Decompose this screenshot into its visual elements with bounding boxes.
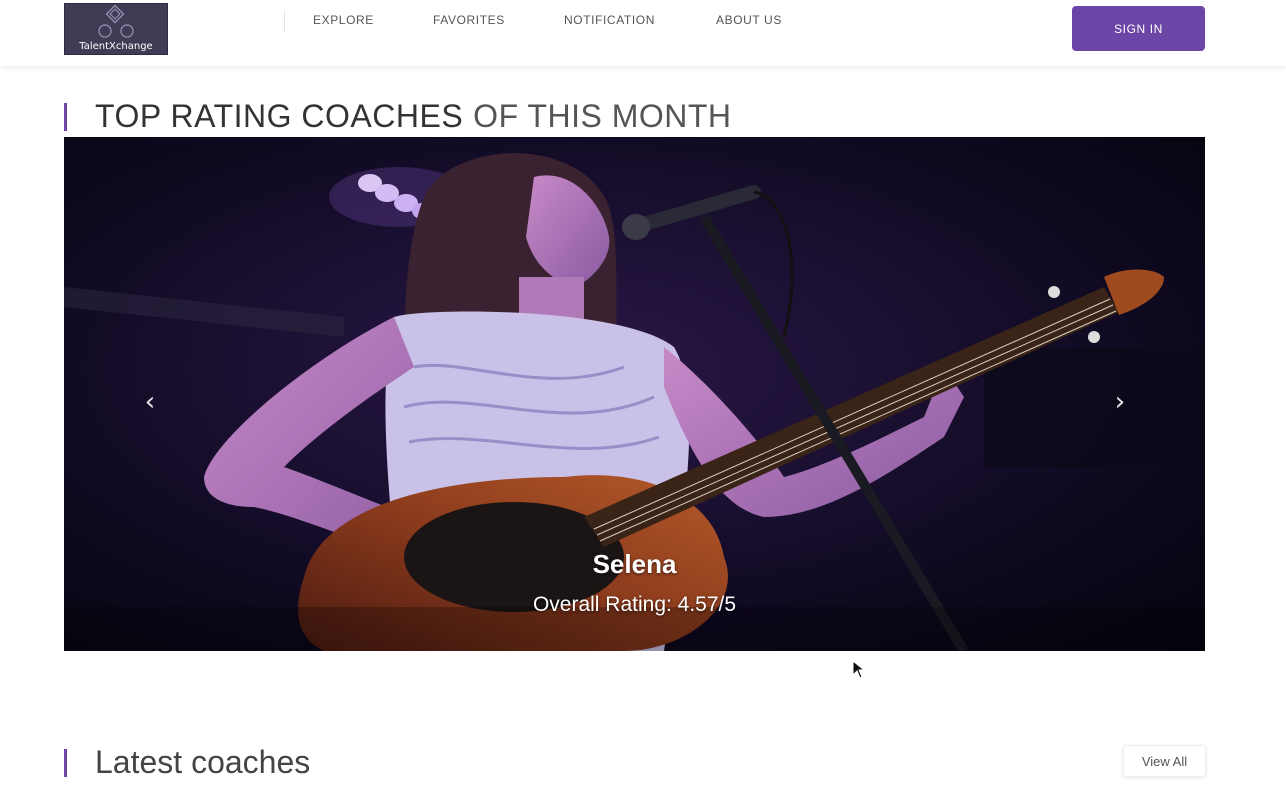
coach-carousel[interactable]: ‹ › Selena Overall Rating: 4.57/5 [64, 137, 1205, 651]
coach-name: Selena [592, 549, 677, 579]
nav-notification[interactable]: NOTIFICATION [564, 13, 655, 27]
chevron-left-icon: ‹ [144, 387, 156, 417]
nav-explore[interactable]: EXPLORE [313, 13, 374, 27]
view-all-button[interactable]: View All [1123, 745, 1206, 777]
mouse-cursor-icon [852, 660, 866, 679]
nav-about-us[interactable]: ABOUT US [716, 13, 782, 27]
carousel-prev-button[interactable]: ‹ [135, 387, 165, 417]
talentxchange-logo[interactable]: TalentXchange [64, 3, 168, 55]
logo-text: TalentXchange [79, 41, 153, 52]
latest-coaches-heading: Latest coaches [64, 744, 310, 781]
carousel-next-button[interactable]: › [1105, 387, 1135, 417]
sign-in-button[interactable]: SIGN IN [1072, 6, 1205, 51]
latest-coaches-title: Latest coaches [95, 744, 311, 780]
chevron-right-icon: › [1114, 387, 1126, 417]
heading-bold-text: TOP RATING COACHES [95, 98, 464, 134]
heading-accent-bar [64, 748, 67, 777]
heading-light-text: OF THIS MONTH [473, 98, 732, 134]
heading-accent-bar [64, 102, 67, 131]
coach-rating: Overall Rating: 4.57/5 [532, 593, 737, 616]
nav-favorites[interactable]: FAVORITES [433, 13, 505, 27]
nav-divider [284, 10, 285, 32]
top-navbar: TalentXchange EXPLORE FAVORITES NOTIFICA… [0, 0, 1286, 66]
top-coaches-heading: TOP RATING COACHES OF THIS MONTH [64, 98, 732, 135]
